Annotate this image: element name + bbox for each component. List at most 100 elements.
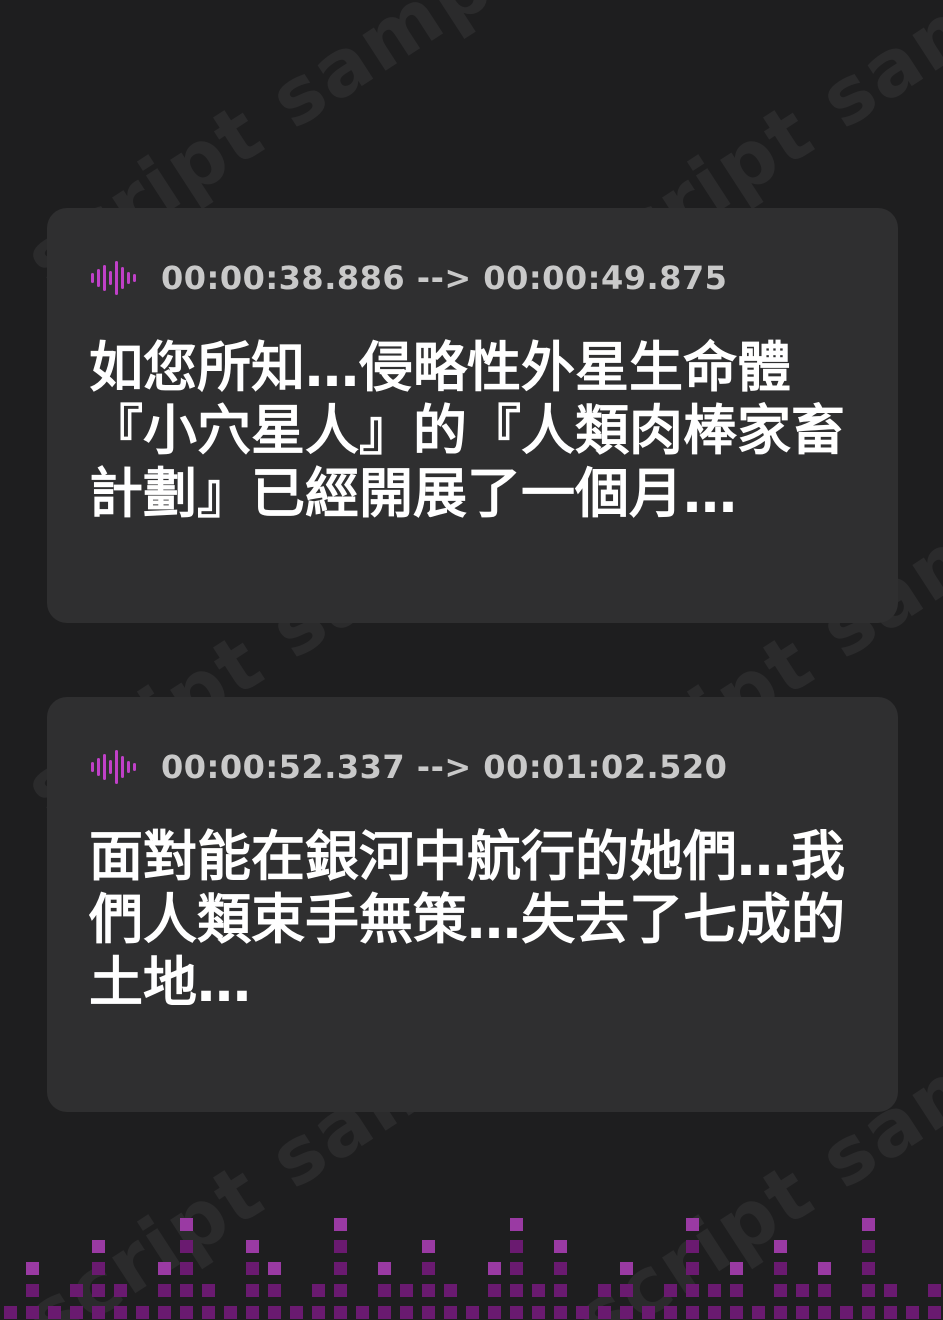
equalizer-pixel	[158, 1306, 171, 1319]
equalizer-pixel	[422, 1284, 435, 1297]
equalizer-pixel	[312, 1284, 325, 1297]
equalizer-pixel	[774, 1240, 787, 1253]
timestamp: 00:00:52.337 --> 00:01:02.520	[161, 748, 728, 786]
equalizer-pixel	[928, 1306, 941, 1319]
equalizer-pixel	[92, 1284, 105, 1297]
subtitle-text: 如您所知…侵略性外星生命體『小穴星人』的『人類肉棒家畜計劃』已經開展了一個月…	[89, 336, 845, 525]
equalizer-pixel	[532, 1306, 545, 1319]
timestamp-row: 00:00:38.886 --> 00:00:49.875	[89, 258, 727, 298]
equalizer-pixel	[334, 1306, 347, 1319]
equalizer-pixel	[818, 1306, 831, 1319]
equalizer-pixel	[862, 1284, 875, 1297]
equalizer-pixel	[642, 1306, 655, 1319]
equalizer-pixel	[224, 1306, 237, 1319]
equalizer-pixel	[4, 1306, 17, 1319]
watermark-layer: script sample script sample script sampl…	[0, 0, 943, 1320]
equalizer-pixel	[686, 1240, 699, 1253]
equalizer-pixel	[334, 1284, 347, 1297]
equalizer-pixel	[444, 1284, 457, 1297]
equalizer-pixel	[840, 1306, 853, 1319]
equalizer-pixel	[444, 1306, 457, 1319]
equalizer-pixel	[488, 1262, 501, 1275]
equalizer-pixel	[774, 1306, 787, 1319]
equalizer-pixel	[554, 1240, 567, 1253]
equalizer-pixel	[510, 1240, 523, 1253]
equalizer-pixel	[554, 1284, 567, 1297]
equalizer-pixel	[708, 1284, 721, 1297]
equalizer-pixel	[422, 1306, 435, 1319]
equalizer-pixel	[114, 1306, 127, 1319]
equalizer-pixel	[268, 1306, 281, 1319]
equalizer-pixel	[356, 1306, 369, 1319]
timestamp-row: 00:00:52.337 --> 00:01:02.520	[89, 747, 727, 787]
equalizer-pixel	[466, 1306, 479, 1319]
equalizer-pixel	[862, 1240, 875, 1253]
equalizer-pixel	[730, 1284, 743, 1297]
equalizer-pixel	[598, 1306, 611, 1319]
equalizer-pixel	[620, 1262, 633, 1275]
equalizer-pixel	[70, 1284, 83, 1297]
equalizer-pixel	[620, 1306, 633, 1319]
equalizer-pixel	[26, 1306, 39, 1319]
equalizer-pixel	[664, 1306, 677, 1319]
equalizer-pixel	[928, 1284, 941, 1297]
equalizer-pixel	[268, 1262, 281, 1275]
equalizer-pixel	[378, 1284, 391, 1297]
equalizer-pixel	[774, 1284, 787, 1297]
equalizer-pixel	[598, 1284, 611, 1297]
equalizer-pixel	[26, 1284, 39, 1297]
equalizer-pixel	[92, 1306, 105, 1319]
equalizer-pixel	[180, 1306, 193, 1319]
equalizer-pixel	[576, 1306, 589, 1319]
equalizer-pixel	[686, 1306, 699, 1319]
equalizer-pixel	[510, 1262, 523, 1275]
audio-wave-icon	[91, 750, 136, 784]
equalizer-pixel	[774, 1262, 787, 1275]
equalizer-pixel	[510, 1284, 523, 1297]
equalizer-pixel	[488, 1284, 501, 1297]
equalizer-pixel	[818, 1262, 831, 1275]
equalizer-pixel	[796, 1306, 809, 1319]
equalizer-pixel	[422, 1262, 435, 1275]
equalizer-pixel	[686, 1284, 699, 1297]
equalizer-pixel	[136, 1306, 149, 1319]
equalizer-pixel	[268, 1284, 281, 1297]
equalizer-pixel	[26, 1262, 39, 1275]
equalizer-pixel	[906, 1306, 919, 1319]
subtitle-card: 00:00:52.337 --> 00:01:02.520 面對能在銀河中航行的…	[47, 697, 898, 1112]
equalizer-pixel	[862, 1218, 875, 1231]
equalizer-pixel	[554, 1306, 567, 1319]
equalizer-pixel	[158, 1284, 171, 1297]
equalizer-pixel	[246, 1240, 259, 1253]
equalizer-pixel	[862, 1306, 875, 1319]
equalizer-pixel	[70, 1306, 83, 1319]
equalizer-pixel	[246, 1262, 259, 1275]
equalizer-pixel	[114, 1284, 127, 1297]
equalizer-pixel	[180, 1218, 193, 1231]
equalizer-pixel	[92, 1262, 105, 1275]
equalizer-pixel	[158, 1262, 171, 1275]
equalizer-pixel	[334, 1262, 347, 1275]
equalizer-pixel	[334, 1240, 347, 1253]
equalizer-pixel	[312, 1306, 325, 1319]
equalizer-pixel	[620, 1284, 633, 1297]
equalizer-pixel	[180, 1240, 193, 1253]
equalizer-pixel	[510, 1218, 523, 1231]
equalizer-pixel	[730, 1306, 743, 1319]
equalizer-pixel	[488, 1306, 501, 1319]
timestamp: 00:00:38.886 --> 00:00:49.875	[161, 259, 728, 297]
equalizer-pixel	[202, 1284, 215, 1297]
equalizer-pixel	[752, 1306, 765, 1319]
equalizer-pixel	[730, 1262, 743, 1275]
equalizer-pixel	[92, 1240, 105, 1253]
equalizer-pixel	[708, 1306, 721, 1319]
equalizer-pixel	[422, 1240, 435, 1253]
equalizer-pixel	[202, 1306, 215, 1319]
equalizer-pixel	[884, 1306, 897, 1319]
equalizer-pixel	[686, 1262, 699, 1275]
equalizer-pixel	[180, 1262, 193, 1275]
equalizer-pixel	[290, 1306, 303, 1319]
equalizer-pixel	[686, 1218, 699, 1231]
equalizer-pixel	[862, 1262, 875, 1275]
equalizer-pixel	[378, 1306, 391, 1319]
